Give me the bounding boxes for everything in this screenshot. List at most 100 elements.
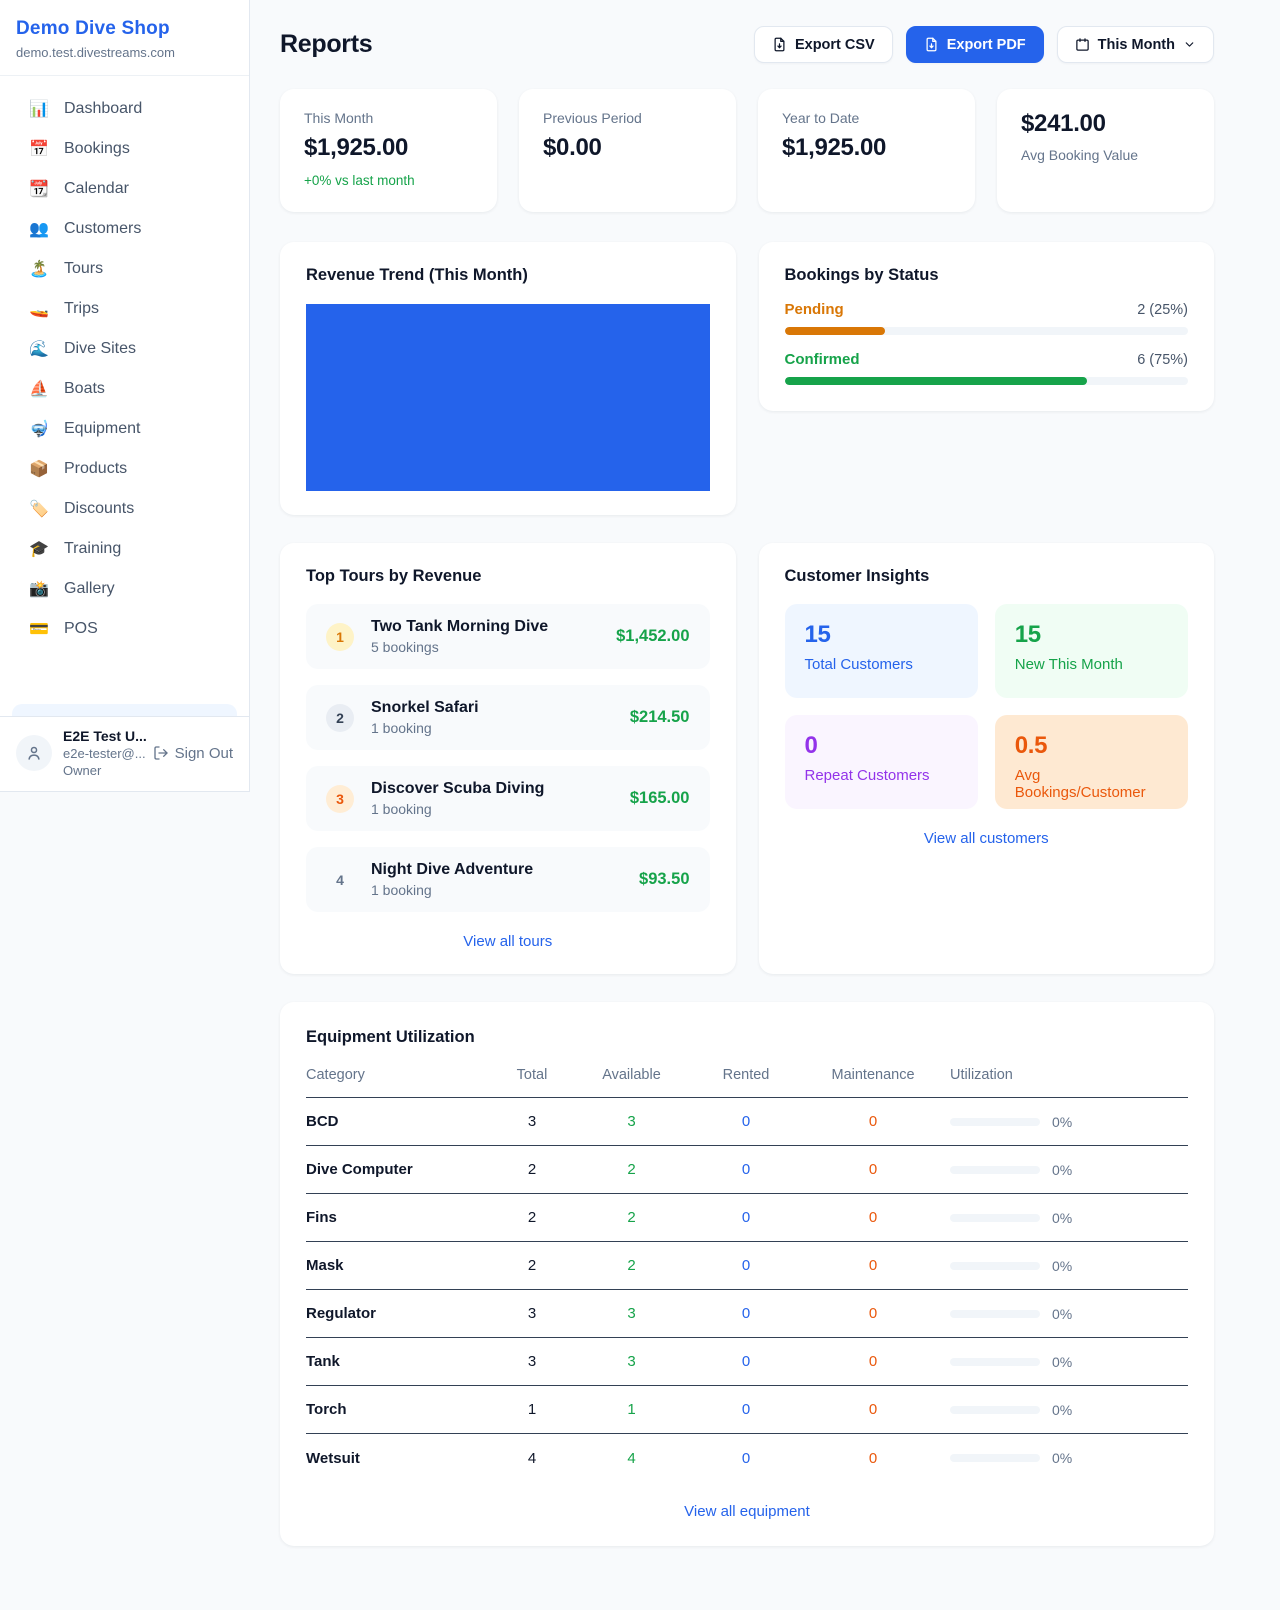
cell-category: Dive Computer <box>306 1161 485 1178</box>
col-total: Total <box>497 1067 567 1083</box>
utilization-bar <box>950 1358 1040 1366</box>
sidebar-item-label: Tours <box>64 260 103 278</box>
tour-amount: $93.50 <box>639 870 689 889</box>
calendar-date-icon: 📅 <box>28 139 50 159</box>
sidebar-item-gallery[interactable]: 📸 Gallery <box>10 569 239 609</box>
sidebar-item-pos[interactable]: 💳 POS <box>10 609 239 649</box>
sidebar-item-bookings[interactable]: 📅 Bookings <box>10 129 239 169</box>
cell-rented: 0 <box>696 1209 796 1226</box>
cell-utilization: 0% <box>950 1258 1188 1274</box>
tour-bookings: 5 bookings <box>371 639 548 655</box>
sidebar-item-equipment[interactable]: 🤿 Equipment <box>10 409 239 449</box>
wave-icon: 🌊 <box>28 339 50 359</box>
top-tours-title: Top Tours by Revenue <box>306 567 710 586</box>
sidebar-item-dive-sites[interactable]: 🌊 Dive Sites <box>10 329 239 369</box>
period-select[interactable]: This Month <box>1057 26 1214 63</box>
table-row: Dive Computer 2 2 0 0 0% <box>306 1146 1188 1194</box>
export-csv-label: Export CSV <box>795 37 875 53</box>
view-all-customers-link[interactable]: View all customers <box>785 830 1189 847</box>
utilization-bar <box>950 1214 1040 1222</box>
stats-row: This Month $1,925.00 +0% vs last month P… <box>280 89 1214 212</box>
cell-rented: 0 <box>696 1161 796 1178</box>
cell-total: 3 <box>497 1113 567 1130</box>
logout-icon <box>153 745 169 761</box>
cell-category: Regulator <box>306 1305 485 1322</box>
export-csv-button[interactable]: Export CSV <box>754 26 893 63</box>
cell-available: 2 <box>579 1257 684 1274</box>
utilization-bar <box>950 1118 1040 1126</box>
stat-label: Avg Booking Value <box>1021 147 1190 163</box>
sidebar-item-dashboard[interactable]: 📊 Dashboard <box>10 89 239 129</box>
header-actions: Export CSV Export PDF This Month <box>754 26 1214 63</box>
view-all-equipment-link[interactable]: View all equipment <box>306 1503 1188 1520</box>
table-row: Torch 1 1 0 0 0% <box>306 1386 1188 1434</box>
progress-track <box>785 327 1189 335</box>
sidebar-item-label: Boats <box>64 380 105 398</box>
table-row: Fins 2 2 0 0 0% <box>306 1194 1188 1242</box>
user-footer: E2E Test U... e2e-tester@... Owner Sign … <box>0 716 249 791</box>
cell-available: 3 <box>579 1305 684 1322</box>
cell-rented: 0 <box>696 1353 796 1370</box>
user-email: e2e-tester@... <box>63 746 142 761</box>
col-maintenance: Maintenance <box>808 1067 938 1083</box>
tour-amount: $214.50 <box>630 708 690 727</box>
sidebar-item-tours[interactable]: 🏝️ Tours <box>10 249 239 289</box>
cell-rented: 0 <box>696 1305 796 1322</box>
stat-card-year-to-date: Year to Date $1,925.00 <box>758 89 975 212</box>
sidebar-item-boats[interactable]: ⛵ Boats <box>10 369 239 409</box>
main-content: Reports Export CSV Export PDF This Month <box>250 0 1280 1586</box>
sidebar-item-trips[interactable]: 🚤 Trips <box>10 289 239 329</box>
cell-category: BCD <box>306 1113 485 1130</box>
sidebar-item-label: Bookings <box>64 140 130 158</box>
cell-total: 4 <box>497 1450 567 1467</box>
utilization-bar <box>950 1454 1040 1462</box>
insight-label: Total Customers <box>805 656 958 673</box>
sidebar-item-label: Customers <box>64 220 141 238</box>
progress-fill-confirmed <box>785 377 1088 385</box>
stat-value: $0.00 <box>543 134 712 162</box>
sidebar-item-calendar[interactable]: 📆 Calendar <box>10 169 239 209</box>
tour-bookings: 1 booking <box>371 720 479 736</box>
sidebar-item-discounts[interactable]: 🏷️ Discounts <box>10 489 239 529</box>
cell-category: Mask <box>306 1257 485 1274</box>
utilization-bar <box>950 1262 1040 1270</box>
stat-label: Year to Date <box>782 110 951 126</box>
export-pdf-button[interactable]: Export PDF <box>906 26 1044 63</box>
cell-available: 2 <box>579 1209 684 1226</box>
cell-category: Wetsuit <box>306 1450 485 1467</box>
sidebar-item-label: Training <box>64 540 121 558</box>
sidebar-item-products[interactable]: 📦 Products <box>10 449 239 489</box>
sidebar-item-training[interactable]: 🎓 Training <box>10 529 239 569</box>
tour-name: Snorkel Safari <box>371 699 479 717</box>
tour-name: Night Dive Adventure <box>371 861 533 879</box>
table-header: Category Total Available Rented Maintena… <box>306 1067 1188 1098</box>
speedboat-icon: 🚤 <box>28 299 50 319</box>
bookings-by-status-card: Bookings by Status Pending 2 (25%) C <box>759 242 1215 411</box>
utilization-bar <box>950 1166 1040 1174</box>
list-item: 3 Discover Scuba Diving 1 booking $165.0… <box>306 766 710 831</box>
top-tours-card: Top Tours by Revenue 1 Two Tank Morning … <box>280 543 736 974</box>
view-all-tours-link[interactable]: View all tours <box>306 933 710 950</box>
col-category: Category <box>306 1067 485 1083</box>
insight-value: 15 <box>805 621 958 649</box>
sidebar-item-label: Gallery <box>64 580 115 598</box>
cell-maintenance: 0 <box>808 1305 938 1322</box>
sidebar-item-reports-partial[interactable] <box>12 704 237 716</box>
sidebar-item-label: Trips <box>64 300 99 318</box>
bookings-by-status-title: Bookings by Status <box>785 266 1189 285</box>
table-row: Mask 2 2 0 0 0% <box>306 1242 1188 1290</box>
cell-maintenance: 0 <box>808 1113 938 1130</box>
stat-value: $241.00 <box>1021 110 1190 138</box>
table-row: Tank 3 3 0 0 0% <box>306 1338 1188 1386</box>
sidebar-item-customers[interactable]: 👥 Customers <box>10 209 239 249</box>
avatar <box>16 735 52 771</box>
person-icon <box>25 744 43 762</box>
file-download-icon <box>772 37 787 52</box>
utilization-text: 0% <box>1052 1402 1072 1418</box>
sign-out-button[interactable]: Sign Out <box>153 745 233 762</box>
status-label: Confirmed <box>785 351 860 368</box>
sidebar-item-label: POS <box>64 620 98 638</box>
cell-utilization: 0% <box>950 1354 1188 1370</box>
cell-rented: 0 <box>696 1401 796 1418</box>
cell-utilization: 0% <box>950 1450 1188 1466</box>
